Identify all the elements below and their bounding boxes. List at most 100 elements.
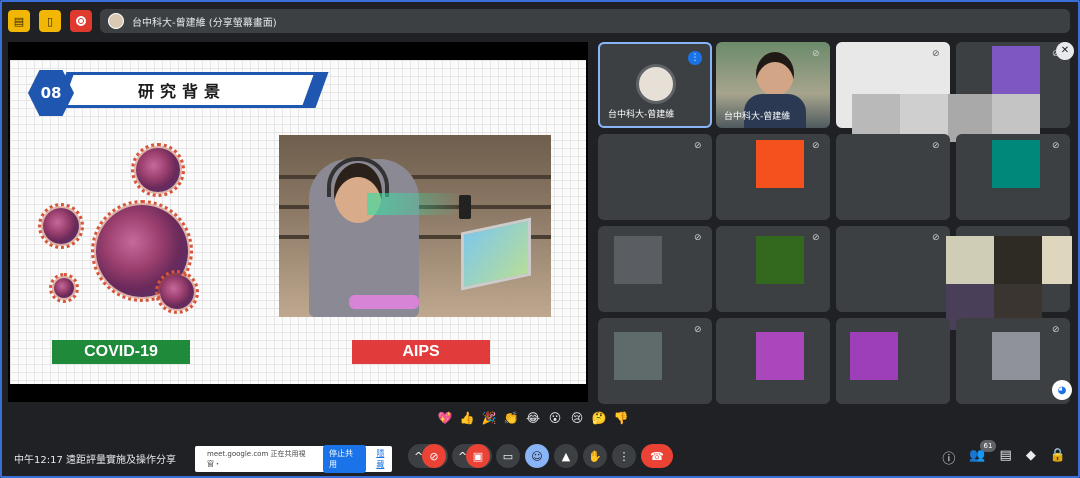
clock: 中午12:17 (14, 455, 63, 466)
reaction-thinking[interactable]: 🤔 (590, 411, 608, 433)
avatar (108, 13, 124, 29)
top-toolbar: ▤ ▯ (8, 8, 101, 34)
blurred-region (850, 332, 898, 380)
mic-off-icon: ⊘ (694, 141, 702, 151)
present-icon: ▲ (561, 449, 571, 463)
captions-icon: ▭ (502, 449, 514, 463)
participant-tile[interactable]: ⊘ 台中科大-曾建維 (716, 42, 830, 128)
leave-call-button[interactable]: ☎ (641, 444, 673, 468)
reaction-laugh[interactable]: 😂 (524, 411, 542, 433)
mic-off-icon: ⊘ (932, 233, 940, 243)
mic-off-icon: ⊘ (932, 141, 940, 151)
hang-up-icon: ☎ (650, 449, 664, 463)
participant-tile[interactable]: ⊘ (598, 134, 712, 220)
info-icon[interactable]: ⓘ (942, 448, 955, 467)
hide-link[interactable]: 隱藏 (376, 448, 392, 470)
sharing-notice: meet.google.com 正在共用視窗・ 停止共用 隱藏 (195, 445, 392, 473)
blurred-region (994, 236, 1042, 284)
blurred-region (614, 332, 662, 380)
record-button[interactable] (70, 10, 92, 32)
assistant-bubble-icon[interactable]: ◕ (1052, 380, 1072, 400)
blurred-region (946, 236, 994, 284)
meeting-title: 遠距評量實施及操作分享 (66, 455, 176, 466)
side-panel-buttons: ⓘ 👥 ▤ ◆ 🔒 (942, 448, 1066, 467)
participant-tile[interactable]: ⊘ (598, 318, 712, 404)
more-vert-icon: ⋮ (618, 449, 630, 463)
mic-off-icon: ⊘ (932, 49, 940, 59)
shared-screen[interactable]: 08 研究背景 COVID-19 AIPS (8, 42, 588, 402)
mic-off-icon: ⊘ (812, 141, 820, 151)
stop-sharing-button[interactable]: 停止共用 (323, 445, 367, 473)
mic-toggle-button[interactable]: ⊘ (422, 444, 446, 468)
blurred-region (756, 236, 804, 284)
reaction-thumbs-up[interactable]: 👍 (458, 411, 476, 433)
emoji-button[interactable]: ☺ (525, 444, 549, 468)
blurred-region (992, 46, 1040, 94)
camera-off-icon: ▣ (472, 449, 484, 463)
activities-icon[interactable]: ◆ (1026, 448, 1036, 467)
aips-label: AIPS (352, 340, 490, 364)
bottom-control-bar: 中午12:17 遠距評量實施及操作分享 meet.google.com 正在共用… (0, 440, 1080, 474)
mic-off-icon: ⊘ (1052, 141, 1060, 151)
virus-image (131, 143, 185, 197)
reaction-sad[interactable]: 😢 (568, 411, 586, 433)
door-icon[interactable]: ▯ (39, 10, 61, 32)
participant-grid: ⋮ 台中科大-曾建維 ⊘ 台中科大-曾建維 ⊘ ⊘ ⊘ ⊘ ⊘ ⊘ ⊘ ⊘ ⊘ (596, 42, 1072, 404)
people-icon[interactable]: 👥 (969, 448, 985, 467)
participant-tile[interactable]: ⊘ (716, 226, 830, 312)
mic-off-icon: ⊘ (429, 449, 439, 463)
avatar (636, 64, 676, 104)
mic-off-icon: ⊘ (812, 233, 820, 243)
blurred-region (756, 140, 804, 188)
raise-hand-button[interactable]: ✋ (583, 444, 607, 468)
captions-button[interactable]: ▭ (496, 444, 520, 468)
phone-stand (459, 195, 471, 219)
close-icon[interactable]: ✕ (1056, 42, 1074, 60)
virus-image (49, 273, 79, 303)
mic-off-icon: ⊘ (694, 233, 702, 243)
reaction-party[interactable]: 🎉 (480, 411, 498, 433)
reaction-heart[interactable]: 💖 (436, 411, 454, 433)
blurred-region (614, 236, 662, 284)
blurred-region (992, 140, 1040, 188)
participant-tile[interactable]: ⊘ (836, 134, 950, 220)
presenter-banner: 台中科大-曾建維 (分享螢幕畫面) (100, 9, 1070, 33)
mic-off-icon: ⊘ (1052, 325, 1060, 335)
chat-icon[interactable]: ▤ (1000, 448, 1012, 467)
mic-off-icon: ⊘ (812, 49, 820, 59)
more-options-button[interactable]: ⋮ (612, 444, 636, 468)
slide-title: 研究背景 (137, 82, 226, 101)
reaction-surprised[interactable]: 😮 (546, 411, 564, 433)
hand-icon: ✋ (588, 449, 602, 463)
blurred-region (756, 332, 804, 380)
student-photo (279, 135, 551, 317)
participant-tile[interactable] (836, 318, 950, 404)
participant-tile[interactable]: ⋮ 台中科大-曾建維 (598, 42, 712, 128)
mute-all-icon[interactable]: ▤ (8, 10, 30, 32)
laptop-image (461, 217, 531, 291)
participant-tile[interactable] (716, 318, 830, 404)
speaking-icon: ⋮ (688, 51, 702, 65)
sharing-notice-text: meet.google.com 正在共用視窗・ (207, 450, 306, 468)
lock-icon[interactable]: 🔒 (1050, 448, 1066, 467)
participant-name: 台中科大-曾建維 (724, 112, 791, 122)
reactions-bar: 💖 👍 🎉 👏 😂 😮 😢 🤔 👎 (436, 411, 630, 433)
record-icon (76, 16, 86, 26)
participant-tile[interactable]: ⊘ (836, 226, 950, 312)
face-scan-overlay (367, 193, 457, 215)
reaction-thumbs-down[interactable]: 👎 (612, 411, 630, 433)
participant-name: 台中科大-曾建維 (608, 110, 675, 120)
camera-toggle-button[interactable]: ▣ (466, 444, 490, 468)
reaction-clap[interactable]: 👏 (502, 411, 520, 433)
blurred-region (1042, 236, 1072, 284)
participant-tile[interactable]: ⊘ (716, 134, 830, 220)
virus-image (38, 203, 84, 249)
virus-image (155, 270, 199, 314)
present-button[interactable]: ▲ (554, 444, 578, 468)
person-video (756, 52, 794, 96)
participant-tile[interactable]: ⊘ (598, 226, 712, 312)
presentation-slide: 08 研究背景 COVID-19 AIPS (10, 60, 586, 384)
mic-off-icon: ⊘ (694, 325, 702, 335)
participant-tile[interactable]: ⊘ (956, 134, 1070, 220)
presenter-label: 台中科大-曾建維 (分享螢幕畫面) (132, 17, 277, 29)
